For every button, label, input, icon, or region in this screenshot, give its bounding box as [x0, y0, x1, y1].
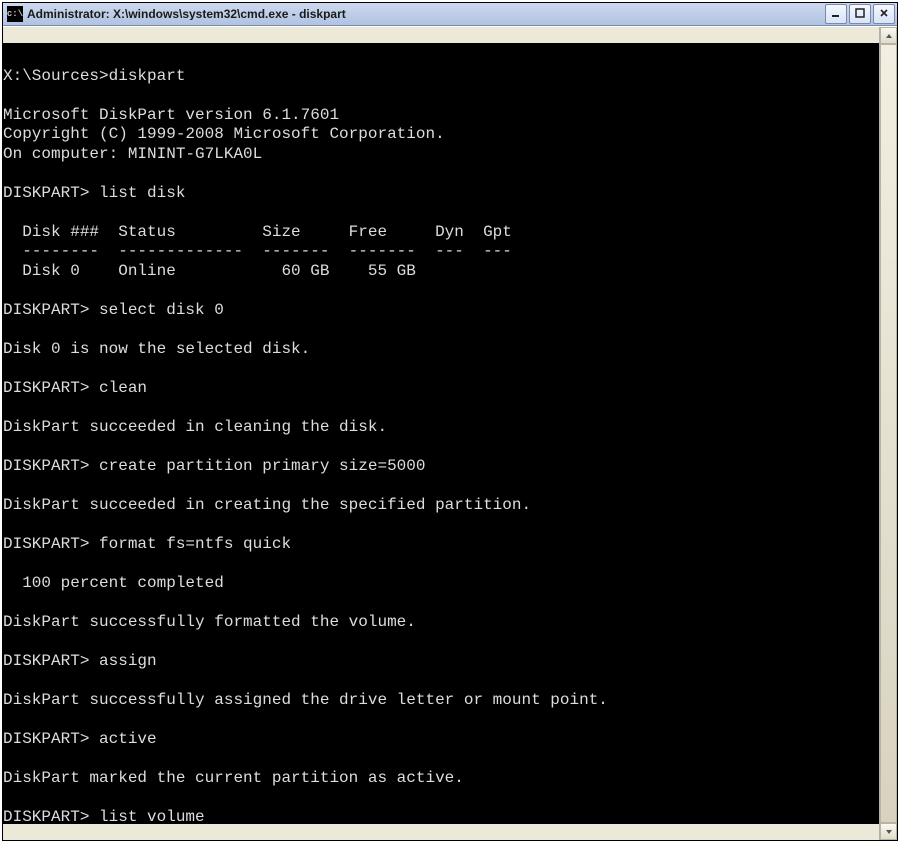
caption-buttons [823, 4, 895, 24]
close-button[interactable] [873, 4, 895, 24]
minimize-icon [831, 8, 841, 21]
maximize-icon [855, 8, 865, 21]
console-output[interactable]: X:\Sources>diskpart Microsoft DiskPart v… [3, 43, 879, 824]
client-area: X:\Sources>diskpart Microsoft DiskPart v… [3, 26, 897, 840]
vertical-scrollbar[interactable] [879, 27, 897, 840]
caret-up-icon [885, 27, 893, 45]
minimize-button[interactable] [825, 4, 847, 24]
cmd-window: c:\ Administrator: X:\windows\system32\c… [2, 2, 898, 841]
scroll-up-button[interactable] [880, 27, 897, 44]
sysmenu-icon[interactable]: c:\ [7, 6, 23, 22]
scroll-thumb[interactable] [880, 44, 897, 823]
caret-down-icon [885, 823, 893, 841]
scroll-down-button[interactable] [880, 823, 897, 840]
close-icon [879, 8, 889, 21]
maximize-button[interactable] [849, 4, 871, 24]
window-title: Administrator: X:\windows\system32\cmd.e… [27, 8, 823, 20]
scroll-track[interactable] [880, 44, 897, 823]
titlebar[interactable]: c:\ Administrator: X:\windows\system32\c… [3, 3, 897, 26]
